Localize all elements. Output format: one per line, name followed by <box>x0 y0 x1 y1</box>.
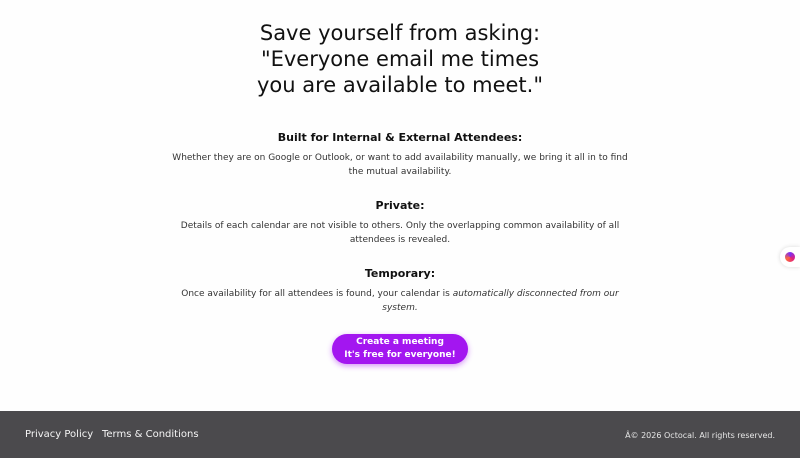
hero-title-line-3: you are available to meet." <box>257 73 543 97</box>
footer: Privacy Policy Terms & Conditions Â© 202… <box>0 411 800 458</box>
page: Save yourself from asking: "Everyone ema… <box>0 0 800 458</box>
feature-title: Built for Internal & External Attendees: <box>277 131 523 144</box>
feature-title: Private: <box>375 199 425 212</box>
side-widget-button[interactable] <box>780 247 800 267</box>
terms-conditions-link[interactable]: Terms & Conditions <box>102 429 199 441</box>
create-meeting-button[interactable]: Create a meeting It's free for everyone! <box>332 334 468 364</box>
copyright-text: Â© 2026 Octocal. All rights reserved. <box>625 431 775 440</box>
privacy-policy-link[interactable]: Privacy Policy <box>25 429 93 441</box>
feature-private: Private: Details of each calendar are no… <box>0 199 800 247</box>
hero-title-line-2: "Everyone email me times <box>260 47 540 71</box>
feature-description-text: Once availability for all attendees is f… <box>181 289 453 299</box>
feature-description: Details of each calendar are not visible… <box>180 221 620 245</box>
hero-title-line-1: Save yourself from asking: <box>259 21 541 45</box>
feature-temporary: Temporary: Once availability for all att… <box>0 267 800 315</box>
feature-title: Temporary: <box>364 267 436 280</box>
hero-title: Save yourself from asking: "Everyone ema… <box>0 20 800 98</box>
create-meeting-label: Create a meeting <box>356 337 444 347</box>
feature-internal-external: Built for Internal & External Attendees:… <box>0 131 800 179</box>
brand-logo-icon <box>785 252 795 262</box>
feature-description: Whether they are on Google or Outlook, o… <box>172 153 628 177</box>
feature-description: Once availability for all attendees is f… <box>170 287 630 315</box>
free-for-everyone-label: It's free for everyone! <box>344 350 456 360</box>
